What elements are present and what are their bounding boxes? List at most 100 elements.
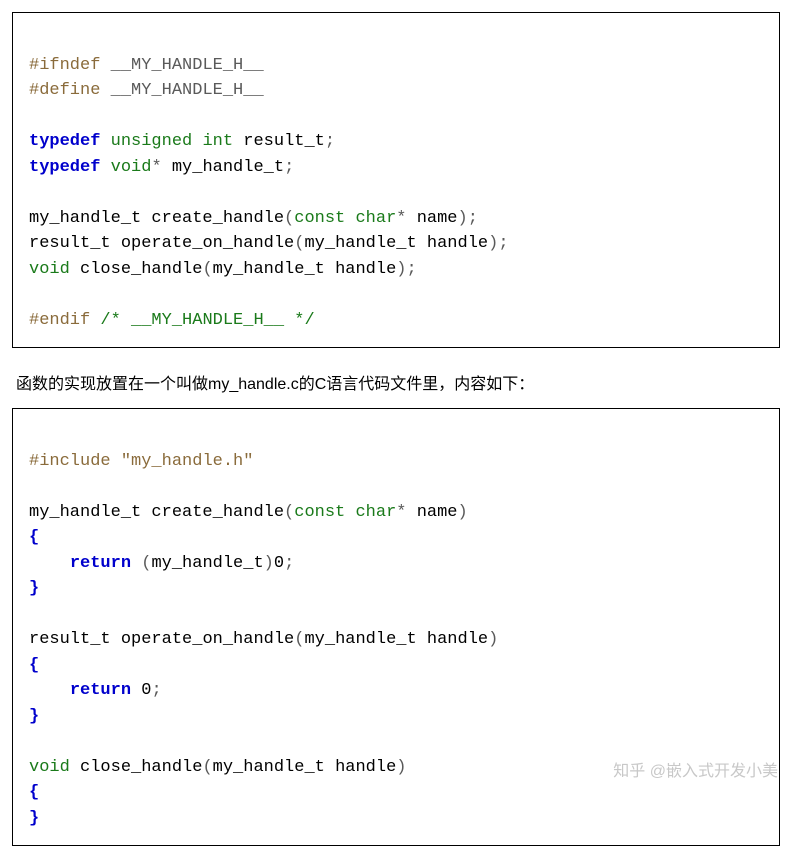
cast-type: my_handle_t [151, 554, 263, 573]
value: 0 [274, 554, 284, 573]
line: typedef void* my_handle_t; [29, 158, 294, 177]
macro-name: __MY_HANDLE_H__ [100, 56, 263, 75]
param-name: name [417, 503, 458, 522]
return-type: my_handle_t [29, 209, 151, 228]
semicolon: ; [325, 132, 335, 151]
space [100, 158, 110, 177]
function-name: operate_on_handle [121, 630, 294, 649]
line: void close_handle(my_handle_t handle) [29, 758, 406, 777]
line: { [29, 528, 39, 547]
return-type: void [29, 758, 70, 777]
paren-close: ) [264, 554, 274, 573]
brace-open: { [29, 528, 39, 547]
return-type: result_t [29, 630, 121, 649]
space [131, 554, 141, 573]
paren-close: ) [488, 234, 498, 253]
paren-open: ( [284, 503, 294, 522]
brace-close: } [29, 809, 39, 828]
keyword-return: return [70, 681, 131, 700]
param-type: my_handle_t [304, 234, 426, 253]
description-text: 函数的实现放置在一个叫做my_handle.c的C语言代码文件里，内容如下： [16, 370, 780, 394]
preproc: #define [29, 81, 100, 100]
indent [29, 554, 70, 573]
line: my_handle_t create_handle(const char* na… [29, 209, 478, 228]
line: #ifndef __MY_HANDLE_H__ [29, 56, 264, 75]
keyword-typedef: typedef [29, 158, 100, 177]
paren-open: ( [294, 630, 304, 649]
param-type: my_handle_t [213, 260, 335, 279]
paren-close: ) [396, 758, 406, 777]
function-name: create_handle [151, 209, 284, 228]
type-char: char [355, 503, 396, 522]
space [70, 260, 80, 279]
include-string: "my_handle.h" [121, 452, 254, 471]
type: unsigned [111, 132, 193, 151]
macro-name: __MY_HANDLE_H__ [100, 81, 263, 100]
keyword-return: return [70, 554, 131, 573]
type: void [111, 158, 152, 177]
star: * [151, 158, 161, 177]
semicolon: ; [284, 158, 294, 177]
line: } [29, 809, 39, 828]
space [345, 209, 355, 228]
paren-close: ) [488, 630, 498, 649]
param-name: handle [335, 758, 396, 777]
paren-open: ( [141, 554, 151, 573]
space [406, 503, 416, 522]
brace-close: } [29, 707, 39, 726]
line: #include "my_handle.h" [29, 452, 253, 471]
type: int [202, 132, 233, 151]
line: #endif /* __MY_HANDLE_H__ */ [29, 311, 315, 330]
code-block-header: #ifndef __MY_HANDLE_H__ #define __MY_HAN… [12, 12, 780, 348]
paren-open: ( [202, 758, 212, 777]
space [70, 758, 80, 777]
function-name: close_handle [80, 758, 202, 777]
keyword-typedef: typedef [29, 132, 100, 151]
line: { [29, 656, 39, 675]
indent [29, 681, 70, 700]
param-name: name [417, 209, 458, 228]
identifier: my_handle_t [172, 158, 284, 177]
paren-open: ( [294, 234, 304, 253]
paren-open: ( [284, 209, 294, 228]
semicolon: ; [151, 681, 161, 700]
line: { [29, 783, 39, 802]
type-char: char [355, 209, 396, 228]
paren-close: ) [458, 209, 468, 228]
line: result_t operate_on_handle(my_handle_t h… [29, 630, 498, 649]
value: 0 [141, 681, 151, 700]
line: result_t operate_on_handle(my_handle_t h… [29, 234, 509, 253]
line: return (my_handle_t)0; [29, 554, 294, 573]
line: #define __MY_HANDLE_H__ [29, 81, 264, 100]
space [162, 158, 172, 177]
line: } [29, 707, 39, 726]
paren-close: ) [458, 503, 468, 522]
identifier: result_t [243, 132, 325, 151]
semicolon: ; [406, 260, 416, 279]
space [345, 503, 355, 522]
keyword-const: const [294, 503, 345, 522]
line: } [29, 579, 39, 598]
preproc: #ifndef [29, 56, 100, 75]
semicolon: ; [468, 209, 478, 228]
line: void close_handle(my_handle_t handle); [29, 260, 417, 279]
paren-open: ( [202, 260, 212, 279]
param-type: my_handle_t [213, 758, 335, 777]
line: return 0; [29, 681, 162, 700]
param-name: handle [427, 234, 488, 253]
preproc: #include [29, 452, 111, 471]
return-type: result_t [29, 234, 121, 253]
semicolon: ; [284, 554, 294, 573]
function-name: create_handle [151, 503, 284, 522]
function-name: operate_on_handle [121, 234, 294, 253]
space [233, 132, 243, 151]
code-block-source: #include "my_handle.h" my_handle_t creat… [12, 408, 780, 846]
space [406, 209, 416, 228]
space [100, 132, 110, 151]
line: typedef unsigned int result_t; [29, 132, 335, 151]
param-name: handle [427, 630, 488, 649]
brace-open: { [29, 656, 39, 675]
space [192, 132, 202, 151]
line: my_handle_t create_handle(const char* na… [29, 503, 468, 522]
preproc: #endif [29, 311, 90, 330]
